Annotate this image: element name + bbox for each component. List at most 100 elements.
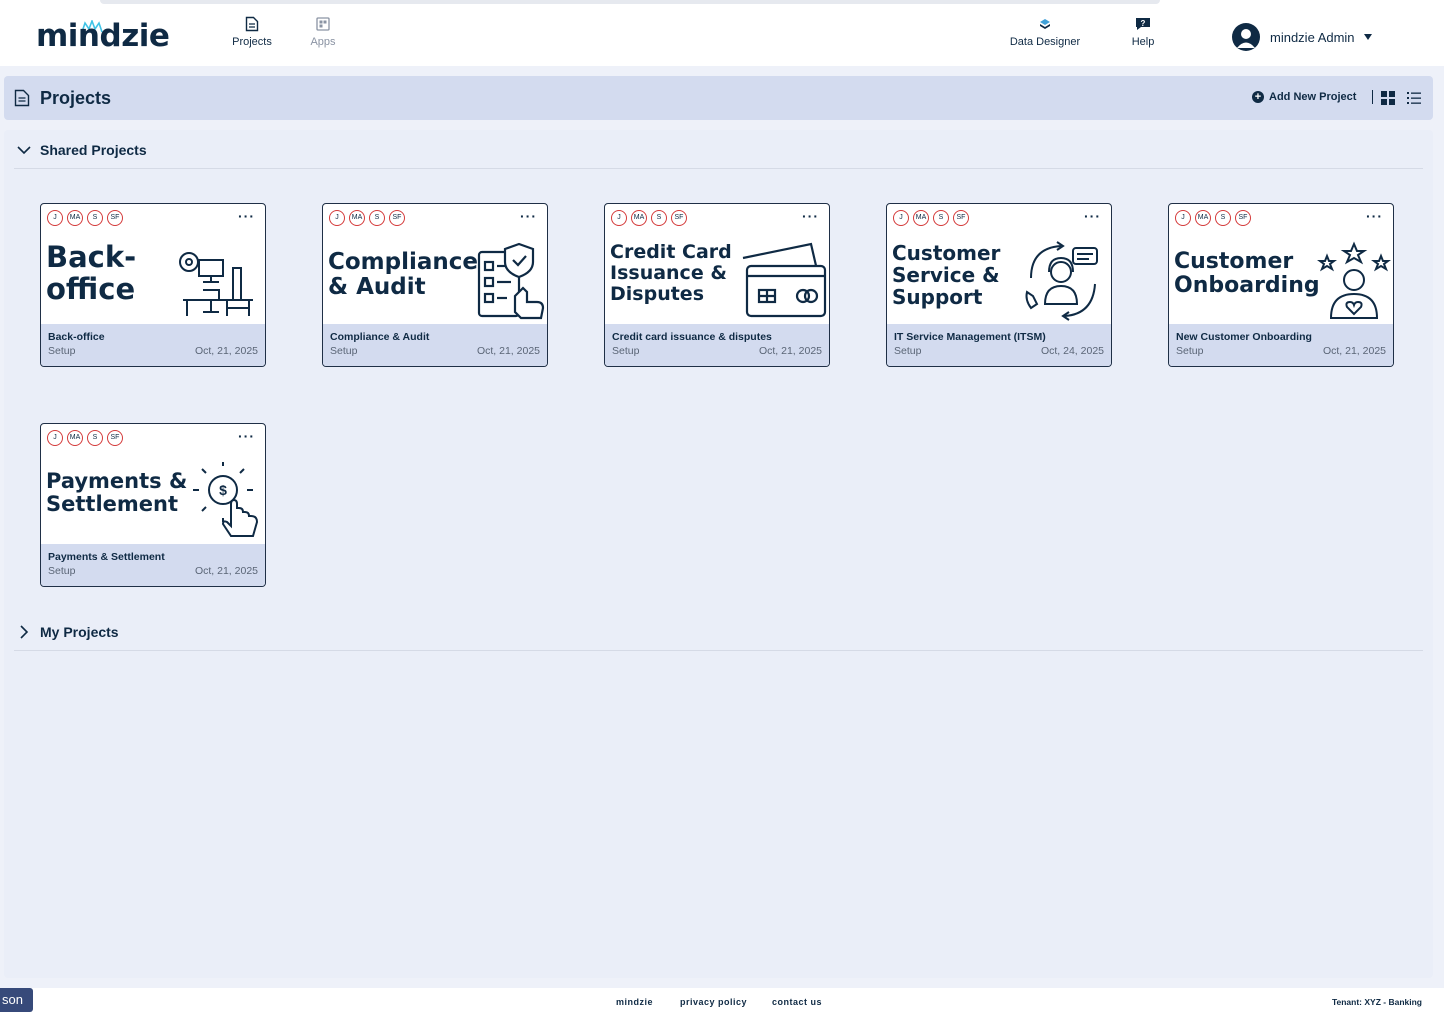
- card-name: IT Service Management (ITSM): [894, 331, 1046, 343]
- card-date: Oct, 21, 2025: [194, 345, 258, 357]
- section-divider: [14, 650, 1423, 651]
- more-options-icon[interactable]: ···: [802, 208, 819, 224]
- nav-apps-label: Apps: [310, 36, 336, 48]
- checklist-shield-icon: [477, 242, 545, 320]
- grid-view-icon[interactable]: [1381, 91, 1395, 105]
- project-card[interactable]: J MA S SF ··· Back- office Back-office S…: [40, 203, 266, 367]
- app-logo[interactable]: mindzie: [36, 18, 170, 54]
- member-badge: SF: [1235, 210, 1251, 226]
- member-badge: SF: [389, 210, 405, 226]
- project-card[interactable]: J MA S SF ··· Customer Onboarding New Cu…: [1168, 203, 1394, 367]
- nav-help-label: Help: [1131, 36, 1155, 48]
- card-status: Setup: [48, 345, 76, 357]
- member-badge: J: [893, 210, 909, 226]
- chevron-down-icon: [17, 146, 31, 155]
- member-badge: J: [329, 210, 345, 226]
- floating-chip[interactable]: son: [0, 988, 33, 1012]
- member-badge: J: [47, 430, 63, 446]
- member-badges: J MA S SF: [1175, 210, 1251, 226]
- user-menu[interactable]: mindzie Admin: [1232, 22, 1373, 52]
- my-projects-header[interactable]: My Projects: [14, 624, 119, 640]
- card-date: Oct, 21, 2025: [1322, 345, 1386, 357]
- member-badges: J MA S SF: [47, 210, 123, 226]
- shared-projects-header[interactable]: Shared Projects: [14, 142, 147, 158]
- card-status: Setup: [612, 345, 640, 357]
- page-header: Projects + Add New Project: [4, 76, 1433, 120]
- nav-apps[interactable]: Apps: [288, 16, 358, 48]
- project-card[interactable]: J MA S SF ··· Credit Card Issuance & Dis…: [604, 203, 830, 367]
- nav-help[interactable]: ? Help: [1108, 16, 1178, 48]
- card-footer: Compliance & Audit Setup Oct, 21, 2025: [323, 324, 547, 366]
- card-date: Oct, 24, 2025: [1040, 345, 1104, 357]
- card-status: Setup: [1176, 345, 1204, 357]
- add-new-project-label: Add New Project: [1269, 91, 1357, 103]
- project-card[interactable]: J MA S SF ··· Payments & Settlement $ Pa…: [40, 423, 266, 587]
- member-badges: J MA S SF: [329, 210, 405, 226]
- project-artwork: Customer Onboarding: [1171, 236, 1393, 326]
- project-card[interactable]: J MA S SF ··· Customer Service & Support…: [886, 203, 1112, 367]
- credit-card-icon: [742, 242, 827, 318]
- artwork-title: Payments & Settlement: [46, 469, 188, 517]
- svg-text:?: ?: [1141, 19, 1146, 28]
- member-badge: J: [47, 210, 63, 226]
- member-badge: SF: [107, 430, 123, 446]
- member-badge: SF: [107, 210, 123, 226]
- workstation-icon: [179, 252, 253, 316]
- apps-grid-icon: [316, 17, 330, 31]
- toolbar-divider: [1372, 90, 1373, 104]
- member-badge: S: [369, 210, 385, 226]
- more-options-icon[interactable]: ···: [520, 208, 537, 224]
- plus-circle-icon: +: [1252, 91, 1264, 103]
- tenant-label: Tenant: XYZ - Banking: [1331, 997, 1422, 1007]
- member-badge: J: [611, 210, 627, 226]
- member-badge: S: [933, 210, 949, 226]
- member-badges: J MA S SF: [611, 210, 687, 226]
- shared-projects-title: Shared Projects: [40, 142, 147, 158]
- browser-top-edge: [100, 0, 1160, 4]
- footer-link-mindzie[interactable]: mindzie: [616, 997, 653, 1007]
- member-badge: MA: [67, 430, 83, 446]
- nav-projects[interactable]: Projects: [217, 16, 287, 48]
- more-options-icon[interactable]: ···: [238, 428, 255, 444]
- project-artwork: Credit Card Issuance & Disputes: [607, 236, 829, 326]
- add-new-project-button[interactable]: + Add New Project: [1252, 91, 1356, 103]
- page-document-icon: [14, 89, 30, 107]
- member-badge: MA: [67, 210, 83, 226]
- my-projects-title: My Projects: [40, 624, 119, 640]
- user-stars-icon: [1317, 241, 1391, 319]
- card-name: Payments & Settlement: [48, 551, 165, 563]
- card-name: Back-office: [48, 331, 105, 343]
- more-options-icon[interactable]: ···: [1084, 208, 1101, 224]
- artwork-title: Customer Onboarding: [1174, 249, 1320, 299]
- card-status: Setup: [894, 345, 922, 357]
- more-options-icon[interactable]: ···: [238, 208, 255, 224]
- list-view-icon[interactable]: [1407, 91, 1421, 105]
- member-badges: J MA S SF: [47, 430, 123, 446]
- chevron-right-icon: [20, 625, 29, 639]
- member-badge: MA: [913, 210, 929, 226]
- section-divider: [14, 168, 1423, 169]
- payment-click-icon: $: [193, 462, 259, 537]
- card-date: Oct, 21, 2025: [758, 345, 822, 357]
- project-artwork: Compliance & Audit: [325, 236, 547, 326]
- footer-link-privacy[interactable]: privacy policy: [680, 997, 747, 1007]
- member-badge: SF: [671, 210, 687, 226]
- page-footer: mindzie privacy policy contact us Tenant…: [0, 988, 1444, 1014]
- support-agent-icon: [1025, 241, 1098, 321]
- card-status: Setup: [330, 345, 358, 357]
- project-artwork: Payments & Settlement $: [43, 456, 265, 546]
- help-chat-icon: ?: [1136, 18, 1150, 30]
- project-artwork: Customer Service & Support: [889, 236, 1111, 326]
- member-badges: J MA S SF: [893, 210, 969, 226]
- card-date: Oct, 21, 2025: [476, 345, 540, 357]
- member-badge: MA: [349, 210, 365, 226]
- nav-data-designer[interactable]: Data Designer: [1000, 16, 1090, 48]
- member-badge: S: [1215, 210, 1231, 226]
- more-options-icon[interactable]: ···: [1366, 208, 1383, 224]
- artwork-title: Customer Service & Support: [892, 241, 1001, 309]
- footer-link-contact[interactable]: contact us: [772, 997, 822, 1007]
- top-navbar: mindzie Projects Apps Data Designer ? He…: [0, 0, 1444, 66]
- project-artwork: Back- office: [43, 236, 265, 326]
- project-card[interactable]: J MA S SF ··· Compliance & Audit Complia…: [322, 203, 548, 367]
- card-footer: Credit card issuance & disputes Setup Oc…: [605, 324, 829, 366]
